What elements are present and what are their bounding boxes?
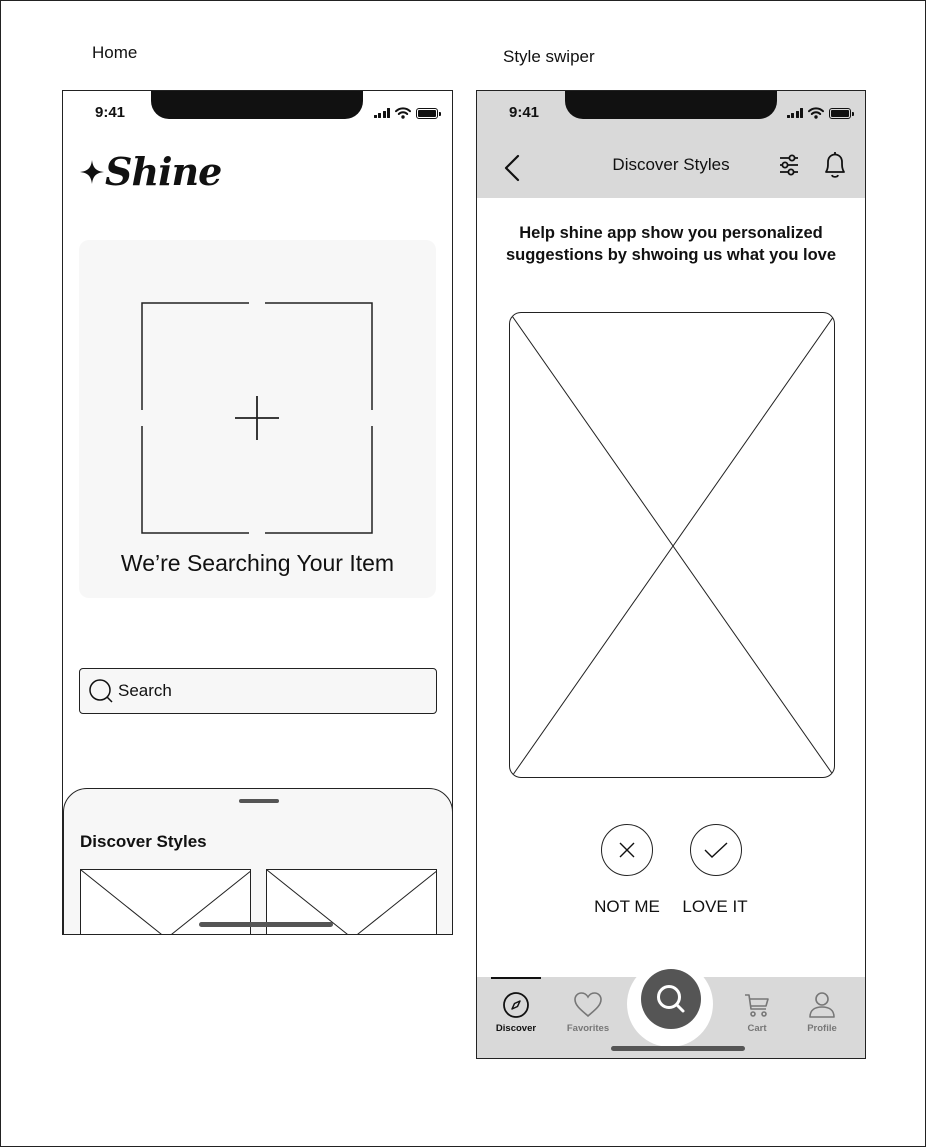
tab-profile[interactable]: Profile <box>787 977 857 1057</box>
search-icon <box>657 985 685 1013</box>
cellular-signal-icon <box>373 108 390 118</box>
status-time: 9:41 <box>509 104 540 121</box>
cart-icon <box>745 994 769 1017</box>
canvas: Home Style swiper 9:41 Shine We’re Searc… <box>0 0 926 1147</box>
sparkle-icon <box>80 160 104 184</box>
love-it-button[interactable] <box>690 824 742 876</box>
swiper-frame-label: Style swiper <box>503 47 595 66</box>
home-indicator <box>611 1046 745 1051</box>
search-icon <box>89 679 113 703</box>
status-icons <box>786 107 854 119</box>
home-screen: 9:41 Shine We’re Searching Your Item Sea… <box>62 90 453 935</box>
discover-styles-sheet[interactable]: Discover Styles <box>63 788 452 934</box>
not-me-label: NOT ME <box>594 897 660 916</box>
scan-status-title: We’re Searching Your Item <box>120 550 395 576</box>
tab-cart[interactable]: Cart <box>722 977 792 1057</box>
wifi-icon <box>395 107 411 119</box>
tab-label: Discover <box>495 1023 537 1034</box>
notch <box>565 91 777 119</box>
status-icons <box>373 107 441 119</box>
visual-search-panel: We’re Searching Your Item <box>79 240 436 598</box>
home-indicator <box>199 922 333 927</box>
status-bar: 9:41 <box>477 91 865 137</box>
status-time: 9:41 <box>95 104 126 121</box>
battery-icon <box>416 107 441 119</box>
shine-logo: Shine <box>79 149 222 194</box>
tab-favorites[interactable]: Favorites <box>553 977 623 1057</box>
love-it-label: LOVE IT <box>682 897 748 916</box>
filter-sliders-icon[interactable] <box>777 152 801 178</box>
logo-text: Shine <box>105 149 222 194</box>
sheet-drag-handle[interactable] <box>239 799 279 803</box>
heart-icon <box>574 992 602 1018</box>
home-frame-label: Home <box>92 43 138 62</box>
tab-label: Cart <box>747 1023 767 1034</box>
image-placeholder-icon <box>510 313 834 777</box>
profile-icon <box>809 992 835 1018</box>
style-swiper-screen: 9:41 Discover Styles Help shine app show… <box>476 90 866 1059</box>
instruction-text: Help shine app show you personalized sug… <box>505 224 837 264</box>
tab-discover[interactable]: Discover <box>481 977 551 1057</box>
notch <box>151 91 363 119</box>
tab-label: Favorites <box>566 1023 610 1034</box>
tab-label: Profile <box>807 1023 837 1034</box>
checkmark-icon <box>704 842 728 858</box>
cellular-signal-icon <box>786 108 803 118</box>
close-icon <box>619 842 635 858</box>
search-input[interactable] <box>118 681 418 701</box>
sheet-title: Discover Styles <box>80 832 207 851</box>
not-me-button[interactable] <box>601 824 653 876</box>
center-search-button[interactable] <box>641 969 701 1029</box>
notification-bell-icon[interactable] <box>821 149 849 181</box>
status-bar: 9:41 <box>63 91 452 137</box>
wifi-icon <box>808 107 824 119</box>
compass-icon <box>503 992 529 1018</box>
style-swipe-card[interactable] <box>509 312 835 778</box>
add-photo-scan-frame[interactable] <box>141 302 373 534</box>
battery-icon <box>829 107 854 119</box>
page-title: Discover Styles <box>612 155 730 174</box>
search-bar[interactable] <box>79 668 437 714</box>
